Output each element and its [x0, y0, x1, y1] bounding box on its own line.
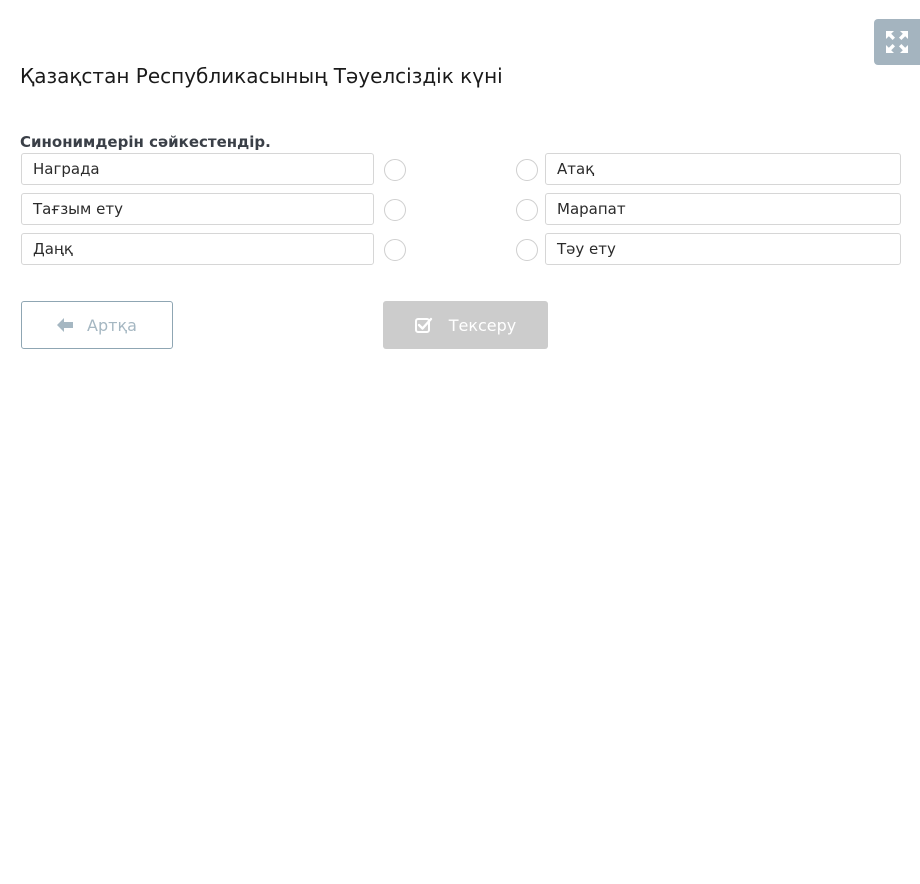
- left-connector-2[interactable]: [384, 199, 406, 221]
- check-button[interactable]: Тексеру: [383, 301, 548, 349]
- left-item-label: Награда: [33, 160, 100, 178]
- right-connector-3[interactable]: [516, 239, 538, 261]
- checkbox-checked-icon: [414, 317, 433, 333]
- right-item-1[interactable]: Атақ: [545, 153, 901, 185]
- right-connector-2[interactable]: [516, 199, 538, 221]
- task-instruction: Синонимдерін сәйкестендір.: [20, 133, 271, 151]
- left-item-2[interactable]: Тағзым ету: [21, 193, 374, 225]
- right-item-2[interactable]: Марапат: [545, 193, 901, 225]
- left-item-3[interactable]: Даңқ: [21, 233, 374, 265]
- left-item-1[interactable]: Награда: [21, 153, 374, 185]
- arrow-left-icon: [57, 318, 74, 332]
- right-item-label: Тәу ету: [557, 240, 616, 258]
- right-connector-1[interactable]: [516, 159, 538, 181]
- back-button-label: Артқа: [87, 315, 137, 335]
- right-item-label: Марапат: [557, 200, 626, 218]
- left-connector-3[interactable]: [384, 239, 406, 261]
- right-item-label: Атақ: [557, 160, 595, 178]
- expand-arrows-icon: [885, 30, 909, 54]
- left-item-label: Даңқ: [33, 240, 73, 258]
- check-button-label: Тексеру: [448, 315, 517, 335]
- back-button[interactable]: Артқа: [21, 301, 173, 349]
- fullscreen-button[interactable]: [874, 19, 920, 65]
- page-title: Қазақстан Республикасының Тәуелсіздік кү…: [20, 64, 503, 88]
- left-connector-1[interactable]: [384, 159, 406, 181]
- left-item-label: Тағзым ету: [33, 200, 123, 218]
- right-item-3[interactable]: Тәу ету: [545, 233, 901, 265]
